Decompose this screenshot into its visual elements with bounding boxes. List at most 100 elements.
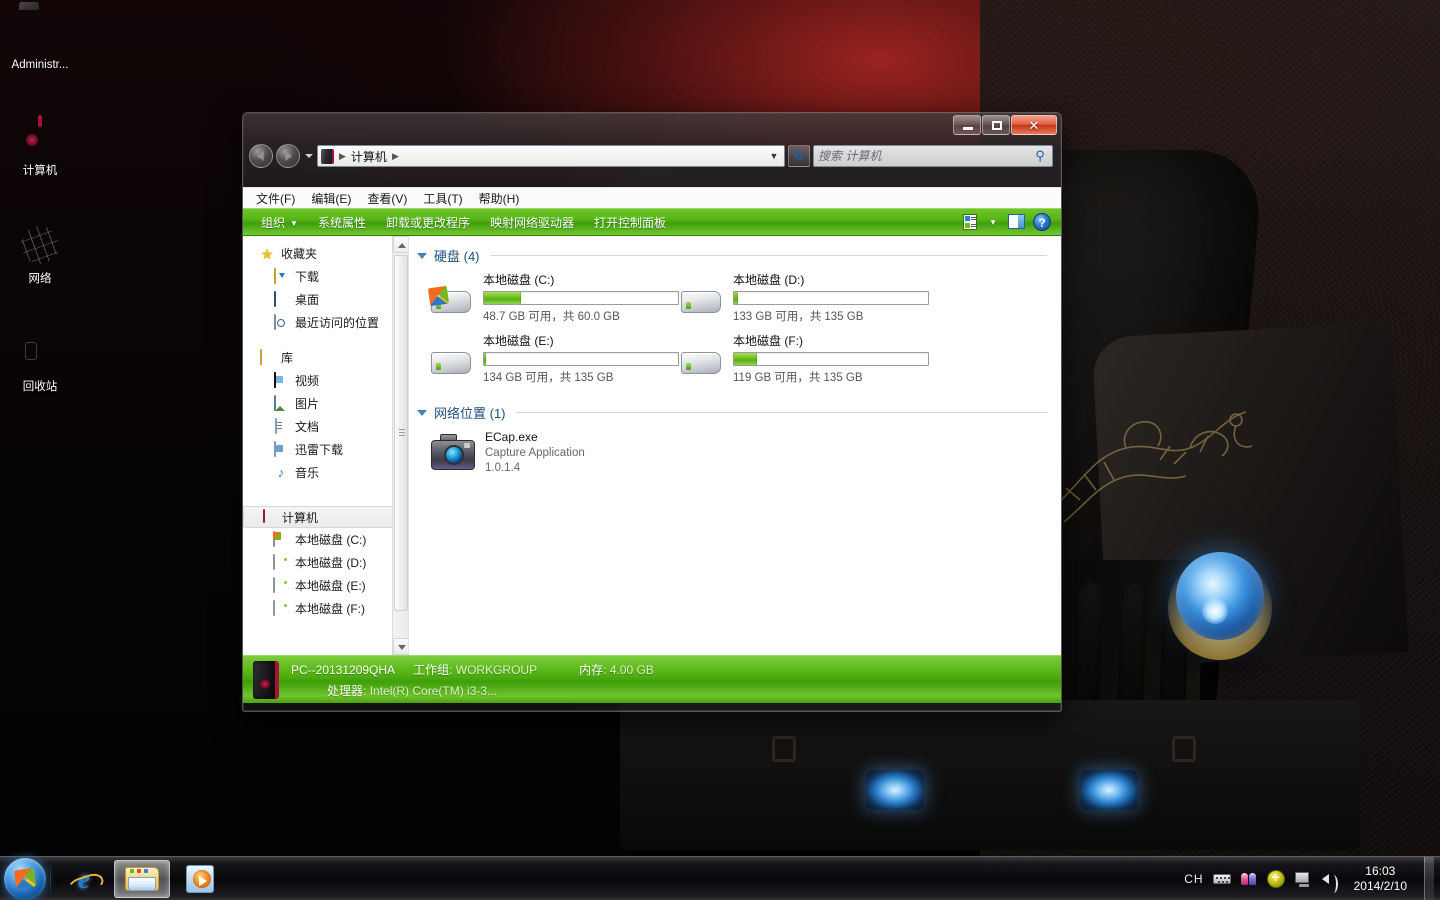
scroll-up-button[interactable]	[393, 236, 408, 253]
drive-item[interactable]: 本地磁盘 (C:) 48.7 GB 可用，共 60.0 GB	[427, 271, 679, 324]
content-pane[interactable]: 硬盘 (4) 本地磁盘 (C:) 48.7 GB 可用，共 60.0 GB 本地…	[409, 236, 1061, 655]
window-frame-top: ✕ ▶ 计算机 ▶ ▼ ↻ 搜索 计算机 ⚲	[243, 113, 1061, 187]
close-button[interactable]: ✕	[1011, 115, 1057, 135]
taskbar-windows-explorer[interactable]	[114, 859, 170, 898]
show-preview-pane-button[interactable]	[1003, 211, 1029, 233]
navigation-pane[interactable]: ★ 收藏夹 下载 桌面 最近访问的位置 库 视频 图片 文档 迅雷下载 ♪ 音乐…	[243, 236, 409, 655]
sidebar-item-documents[interactable]: 文档	[243, 415, 408, 438]
volume-icon[interactable]	[1321, 870, 1339, 893]
sidebar-item-drive-f[interactable]: 本地磁盘 (F:)	[243, 597, 408, 620]
refresh-icon: ↻	[793, 148, 805, 163]
sidebar-item-label: 文档	[295, 420, 320, 434]
sidebar-item-favorites[interactable]: ★ 收藏夹	[243, 242, 408, 265]
drive-item[interactable]: 本地磁盘 (D:) 133 GB 可用，共 135 GB	[679, 271, 929, 324]
search-box[interactable]: ⚲	[813, 145, 1053, 167]
navigation-pane-scrollbar[interactable]	[392, 236, 408, 655]
menu-tools[interactable]: 工具(T)	[416, 188, 469, 209]
back-button[interactable]	[249, 144, 273, 168]
sidebar-item-drive-c[interactable]: 本地磁盘 (C:)	[243, 528, 408, 551]
sidebar-item-libraries[interactable]: 库	[243, 346, 408, 369]
sidebar-item-videos[interactable]: 视频	[243, 369, 408, 392]
drive-free-space: 133 GB 可用，共 135 GB	[733, 311, 864, 323]
organize-label: 组织	[261, 215, 286, 230]
group-divider	[489, 255, 1047, 256]
taskbar: e CH 16:03 2014/2/10	[0, 856, 1440, 900]
recent-pages-dropdown[interactable]	[303, 145, 314, 167]
sidebar-item-label: 本地磁盘 (C:)	[295, 533, 367, 547]
minimize-button[interactable]	[953, 115, 981, 135]
desktop-icon-network[interactable]: 网络	[2, 222, 78, 286]
map-network-drive-button[interactable]: 映射网络驱动器	[480, 210, 584, 235]
music-icon: ♪	[277, 464, 285, 480]
back-arrow-icon	[256, 151, 264, 161]
menu-file[interactable]: 文件(F)	[249, 188, 302, 209]
sidebar-item-music[interactable]: ♪ 音乐	[243, 461, 408, 484]
network-icon	[17, 222, 63, 268]
desktop-icon-administrator[interactable]: Administr...	[2, 8, 78, 72]
change-view-button[interactable]	[957, 211, 983, 233]
help-button[interactable]: ?	[1029, 211, 1055, 233]
sidebar-item-pictures[interactable]: 图片	[243, 392, 408, 415]
sidebar-item-drive-d[interactable]: 本地磁盘 (D:)	[243, 551, 408, 574]
breadcrumb-separator[interactable]: ▶	[391, 151, 400, 162]
drive-icon	[429, 346, 475, 380]
show-desktop-button[interactable]	[1424, 856, 1434, 900]
drive-item[interactable]: 本地磁盘 (F:) 119 GB 可用，共 135 GB	[679, 332, 929, 385]
forward-arrow-icon	[285, 151, 293, 161]
group-header-hard-disks[interactable]: 硬盘 (4)	[409, 244, 1061, 265]
explorer-window[interactable]: ✕ ▶ 计算机 ▶ ▼ ↻ 搜索 计算机 ⚲ 文件(F) 编辑(E) 查看(V)…	[242, 112, 1062, 712]
sidebar-item-thunder-download[interactable]: 迅雷下载	[243, 438, 408, 461]
taskbar-internet-explorer[interactable]: e	[56, 860, 112, 898]
drive-name: 本地磁盘 (F:)	[733, 334, 803, 348]
users-icon[interactable]	[1240, 870, 1258, 888]
scroll-down-button[interactable]	[393, 638, 408, 655]
chevron-down-icon[interactable]: ▼	[766, 151, 782, 161]
title-bar[interactable]: ✕	[243, 113, 1061, 143]
keyboard-icon[interactable]	[1212, 870, 1231, 888]
documents-icon	[273, 417, 289, 435]
group-header-network-locations[interactable]: 网络位置 (1)	[409, 401, 1061, 422]
sidebar-item-drive-e[interactable]: 本地磁盘 (E:)	[243, 574, 408, 597]
menu-view[interactable]: 查看(V)	[360, 188, 414, 209]
network-location-item[interactable]: ECap.exe Capture Application 1.0.1.4	[409, 422, 1061, 474]
search-input[interactable]	[818, 149, 1032, 163]
status-pc-name: PC--20131209QHA	[291, 662, 396, 677]
maximize-button[interactable]	[982, 115, 1010, 135]
sidebar-item-desktop[interactable]: 桌面	[243, 288, 408, 311]
scrollbar-thumb[interactable]	[394, 255, 408, 611]
open-control-panel-button[interactable]: 打开控制面板	[584, 210, 676, 235]
drive-item[interactable]: 本地磁盘 (E:) 134 GB 可用，共 135 GB	[429, 332, 679, 385]
collapse-triangle-icon[interactable]	[417, 252, 427, 259]
menu-edit[interactable]: 编辑(E)	[304, 188, 358, 209]
forward-button[interactable]	[276, 144, 300, 168]
desktop-icon	[273, 290, 289, 308]
ime-indicator[interactable]: CH	[1184, 872, 1203, 886]
network-tray-icon[interactable]	[1294, 870, 1312, 888]
uninstall-program-button[interactable]: 卸载或更改程序	[376, 210, 480, 235]
breadcrumb-computer[interactable]: 计算机	[351, 148, 387, 165]
taskbar-windows-media-player[interactable]	[172, 860, 228, 898]
organize-button[interactable]: 组织 ▼	[251, 210, 308, 235]
taskbar-clock[interactable]: 16:03 2014/2/10	[1348, 864, 1413, 894]
desktop-icon-label: 计算机	[22, 165, 58, 177]
desktop-icon-recycle-bin[interactable]: 回收站	[2, 330, 78, 394]
drive-icon	[679, 346, 725, 380]
status-workgroup-value: WORKGROUP	[455, 662, 538, 677]
desktop-icon-computer[interactable]: 计算机	[2, 114, 78, 178]
camera-icon	[431, 432, 475, 472]
start-orb-icon[interactable]	[4, 857, 46, 900]
sidebar-item-recent-places[interactable]: 最近访问的位置	[243, 311, 408, 334]
network-item-version: 1.0.1.4	[485, 462, 521, 474]
menu-help[interactable]: 帮助(H)	[472, 188, 527, 209]
sidebar-item-computer[interactable]: 计算机	[243, 506, 402, 528]
status-line-secondary: 处理器: Intel(R) Core(TM) i3-3...	[291, 682, 654, 699]
refresh-button[interactable]: ↻	[788, 145, 810, 167]
breadcrumb-separator[interactable]: ▶	[338, 151, 347, 162]
collapse-triangle-icon[interactable]	[417, 409, 427, 416]
security-shield-icon[interactable]	[1266, 869, 1285, 888]
address-bar[interactable]: ▶ 计算机 ▶ ▼	[317, 145, 785, 167]
view-dropdown-button[interactable]: ▼	[983, 211, 1003, 233]
system-properties-button[interactable]: 系统属性	[308, 210, 376, 235]
sidebar-item-downloads[interactable]: 下载	[243, 265, 408, 288]
taskbar-divider	[50, 861, 51, 896]
